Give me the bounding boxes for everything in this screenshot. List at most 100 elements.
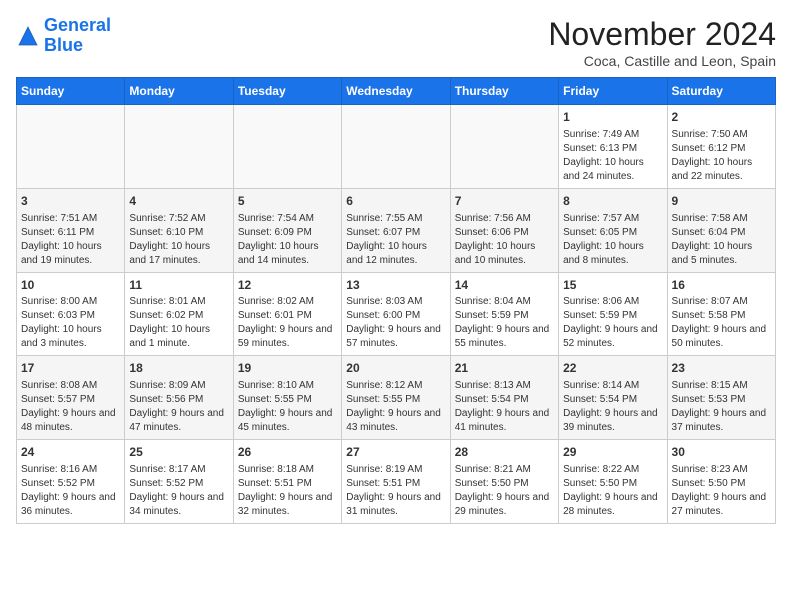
day-detail: Sunrise: 7:56 AM Sunset: 6:06 PM Dayligh…: [455, 212, 554, 268]
day-number: 19: [238, 360, 337, 377]
day-cell: 8 Sunrise: 7:57 AM Sunset: 6:05 PM Daylig…: [559, 188, 667, 272]
day-cell: 28Sunrise: 8:21 AM Sunset: 5:50 PM Dayli…: [450, 440, 558, 524]
day-detail: Sunrise: 8:22 AM Sunset: 5:50 PM Dayligh…: [563, 463, 662, 519]
day-number: 8: [563, 193, 662, 210]
week-row-1: 1 Sunrise: 7:49 AM Sunset: 6:13 PM Daylig…: [17, 105, 776, 189]
day-number: 6: [346, 193, 445, 210]
day-detail: Sunrise: 8:18 AM Sunset: 5:51 PM Dayligh…: [238, 463, 337, 519]
day-number: 1: [563, 109, 662, 126]
day-detail: Sunrise: 7:57 AM Sunset: 6:05 PM Dayligh…: [563, 212, 662, 268]
day-detail: Sunrise: 8:08 AM Sunset: 5:57 PM Dayligh…: [21, 379, 120, 435]
day-cell: 9Sunrise: 7:58 AM Sunset: 6:04 PM Daylig…: [667, 188, 775, 272]
column-header-thursday: Thursday: [450, 78, 558, 105]
day-detail: Sunrise: 7:50 AM Sunset: 6:12 PM Dayligh…: [672, 128, 771, 184]
day-cell: 1 Sunrise: 7:49 AM Sunset: 6:13 PM Daylig…: [559, 105, 667, 189]
day-cell: [450, 105, 558, 189]
day-number: 7: [455, 193, 554, 210]
logo-icon: [16, 24, 40, 48]
day-cell: 18Sunrise: 8:09 AM Sunset: 5:56 PM Dayli…: [125, 356, 233, 440]
day-cell: 13Sunrise: 8:03 AM Sunset: 6:00 PM Dayli…: [342, 272, 450, 356]
day-number: 29: [563, 444, 662, 461]
day-number: 25: [129, 444, 228, 461]
day-detail: Sunrise: 8:06 AM Sunset: 5:59 PM Dayligh…: [563, 295, 662, 351]
day-detail: Sunrise: 8:17 AM Sunset: 5:52 PM Dayligh…: [129, 463, 228, 519]
day-cell: 24 Sunrise: 8:16 AM Sunset: 5:52 PM Dayli…: [17, 440, 125, 524]
day-cell: 19 Sunrise: 8:10 AM Sunset: 5:55 PM Dayli…: [233, 356, 341, 440]
day-number: 9: [672, 193, 771, 210]
day-detail: Sunrise: 8:09 AM Sunset: 5:56 PM Dayligh…: [129, 379, 228, 435]
day-cell: 6Sunrise: 7:55 AM Sunset: 6:07 PM Daylig…: [342, 188, 450, 272]
day-cell: 14Sunrise: 8:04 AM Sunset: 5:59 PM Dayli…: [450, 272, 558, 356]
day-number: 26: [238, 444, 337, 461]
day-cell: 25 Sunrise: 8:17 AM Sunset: 5:52 PM Dayli…: [125, 440, 233, 524]
day-detail: Sunrise: 8:16 AM Sunset: 5:52 PM Dayligh…: [21, 463, 120, 519]
week-row-2: 3Sunrise: 7:51 AM Sunset: 6:11 PM Daylig…: [17, 188, 776, 272]
day-detail: Sunrise: 8:14 AM Sunset: 5:54 PM Dayligh…: [563, 379, 662, 435]
day-cell: 10Sunrise: 8:00 AM Sunset: 6:03 PM Dayli…: [17, 272, 125, 356]
day-cell: 23 Sunrise: 8:15 AM Sunset: 5:53 PM Dayli…: [667, 356, 775, 440]
day-detail: Sunrise: 8:15 AM Sunset: 5:53 PM Dayligh…: [672, 379, 771, 435]
day-cell: [233, 105, 341, 189]
week-row-4: 17 Sunrise: 8:08 AM Sunset: 5:57 PM Dayli…: [17, 356, 776, 440]
day-detail: Sunrise: 8:07 AM Sunset: 5:58 PM Dayligh…: [672, 295, 771, 351]
day-number: 30: [672, 444, 771, 461]
day-number: 21: [455, 360, 554, 377]
day-number: 5: [238, 193, 337, 210]
day-number: 23: [672, 360, 771, 377]
day-cell: 4Sunrise: 7:52 AM Sunset: 6:10 PM Daylig…: [125, 188, 233, 272]
day-number: 13: [346, 277, 445, 294]
column-header-sunday: Sunday: [17, 78, 125, 105]
logo: General Blue: [16, 16, 111, 56]
day-detail: Sunrise: 7:54 AM Sunset: 6:09 PM Dayligh…: [238, 212, 337, 268]
day-detail: Sunrise: 8:13 AM Sunset: 5:54 PM Dayligh…: [455, 379, 554, 435]
day-detail: Sunrise: 8:00 AM Sunset: 6:03 PM Dayligh…: [21, 295, 120, 351]
day-cell: 20Sunrise: 8:12 AM Sunset: 5:55 PM Dayli…: [342, 356, 450, 440]
day-cell: 12Sunrise: 8:02 AM Sunset: 6:01 PM Dayli…: [233, 272, 341, 356]
header-row: SundayMondayTuesdayWednesdayThursdayFrid…: [17, 78, 776, 105]
day-detail: Sunrise: 8:21 AM Sunset: 5:50 PM Dayligh…: [455, 463, 554, 519]
day-detail: Sunrise: 8:10 AM Sunset: 5:55 PM Dayligh…: [238, 379, 337, 435]
day-cell: 29 Sunrise: 8:22 AM Sunset: 5:50 PM Dayli…: [559, 440, 667, 524]
day-number: 24: [21, 444, 120, 461]
calendar-table: SundayMondayTuesdayWednesdayThursdayFrid…: [16, 77, 776, 524]
day-detail: Sunrise: 8:19 AM Sunset: 5:51 PM Dayligh…: [346, 463, 445, 519]
calendar-subtitle: Coca, Castille and Leon, Spain: [548, 53, 776, 69]
day-number: 12: [238, 277, 337, 294]
column-header-friday: Friday: [559, 78, 667, 105]
day-number: 14: [455, 277, 554, 294]
day-cell: 15Sunrise: 8:06 AM Sunset: 5:59 PM Dayli…: [559, 272, 667, 356]
day-detail: Sunrise: 8:03 AM Sunset: 6:00 PM Dayligh…: [346, 295, 445, 351]
day-detail: Sunrise: 8:01 AM Sunset: 6:02 PM Dayligh…: [129, 295, 228, 351]
day-detail: Sunrise: 8:12 AM Sunset: 5:55 PM Dayligh…: [346, 379, 445, 435]
day-cell: 26 Sunrise: 8:18 AM Sunset: 5:51 PM Dayli…: [233, 440, 341, 524]
day-number: 11: [129, 277, 228, 294]
column-header-tuesday: Tuesday: [233, 78, 341, 105]
day-number: 15: [563, 277, 662, 294]
day-cell: 11Sunrise: 8:01 AM Sunset: 6:02 PM Dayli…: [125, 272, 233, 356]
day-cell: 21 Sunrise: 8:13 AM Sunset: 5:54 PM Dayli…: [450, 356, 558, 440]
column-header-saturday: Saturday: [667, 78, 775, 105]
day-number: 27: [346, 444, 445, 461]
day-cell: 2 Sunrise: 7:50 AM Sunset: 6:12 PM Daylig…: [667, 105, 775, 189]
day-number: 22: [563, 360, 662, 377]
day-detail: Sunrise: 7:52 AM Sunset: 6:10 PM Dayligh…: [129, 212, 228, 268]
day-cell: [342, 105, 450, 189]
day-detail: Sunrise: 7:51 AM Sunset: 6:11 PM Dayligh…: [21, 212, 120, 268]
day-cell: 27 Sunrise: 8:19 AM Sunset: 5:51 PM Dayli…: [342, 440, 450, 524]
day-number: 10: [21, 277, 120, 294]
day-cell: 30Sunrise: 8:23 AM Sunset: 5:50 PM Dayli…: [667, 440, 775, 524]
day-cell: 7 Sunrise: 7:56 AM Sunset: 6:06 PM Daylig…: [450, 188, 558, 272]
day-number: 2: [672, 109, 771, 126]
logo-text: General Blue: [44, 16, 111, 56]
title-area: November 2024 Coca, Castille and Leon, S…: [548, 16, 776, 69]
day-cell: [125, 105, 233, 189]
day-cell: 17 Sunrise: 8:08 AM Sunset: 5:57 PM Dayli…: [17, 356, 125, 440]
day-number: 17: [21, 360, 120, 377]
day-cell: 3Sunrise: 7:51 AM Sunset: 6:11 PM Daylig…: [17, 188, 125, 272]
day-cell: 16Sunrise: 8:07 AM Sunset: 5:58 PM Dayli…: [667, 272, 775, 356]
column-header-monday: Monday: [125, 78, 233, 105]
column-header-wednesday: Wednesday: [342, 78, 450, 105]
day-detail: Sunrise: 7:49 AM Sunset: 6:13 PM Dayligh…: [563, 128, 662, 184]
day-cell: [17, 105, 125, 189]
day-detail: Sunrise: 8:02 AM Sunset: 6:01 PM Dayligh…: [238, 295, 337, 351]
